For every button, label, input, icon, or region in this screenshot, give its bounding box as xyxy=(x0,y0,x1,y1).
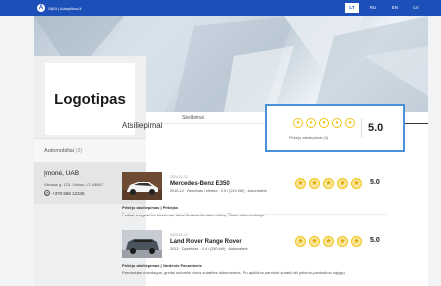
phone-icon: ✆ xyxy=(44,190,50,196)
lang-ru[interactable]: RU xyxy=(366,3,380,13)
lang-en[interactable]: EN xyxy=(388,3,402,13)
star-icon: ★ xyxy=(295,236,306,247)
car-thumbnail[interactable] xyxy=(122,172,162,200)
summary-label[interactable]: Pirkėjų atsiliepimai (4) xyxy=(289,135,328,140)
star-icon: ● xyxy=(332,118,342,128)
review-text: Pardavėjas mandagus, greitai sutvarkė vi… xyxy=(122,270,346,275)
star-icon: ★ xyxy=(351,236,362,247)
car-title[interactable]: Mercedes-Benz E350 xyxy=(170,181,230,187)
review-divider xyxy=(122,214,388,215)
review-stars: ★ ★ ★ ★ ★ xyxy=(295,236,362,247)
car-logo-icon: A xyxy=(37,4,45,12)
summary-score: 5.0 xyxy=(361,118,383,138)
top-bar: A OtjSt | Autopilkus.lt LT RU EN LV xyxy=(0,0,441,16)
lang-lv[interactable]: LV xyxy=(409,3,423,13)
rating-summary: ● ● ● ● ● Pirkėjų atsiliepimai (4) 5.0 xyxy=(265,104,405,152)
brand-text: OtjSt | Autopilkus.lt xyxy=(48,5,82,11)
star-icon: ★ xyxy=(309,236,320,247)
lang-lt[interactable]: LT xyxy=(345,3,359,13)
car-thumbnail[interactable] xyxy=(122,230,162,258)
review-score: 5.0 xyxy=(370,179,380,186)
category-link[interactable]: Automobiliai (3) xyxy=(34,138,146,162)
review-stars: ★ ★ ★ ★ ★ xyxy=(295,178,362,189)
star-icon: ● xyxy=(306,118,316,128)
star-icon: ● xyxy=(319,118,329,128)
review-score: 5.0 xyxy=(370,237,380,244)
category-count: (3) xyxy=(75,148,83,154)
category-label: Automobiliai xyxy=(44,148,74,154)
car-specs: 2013 · Dyzelinas · 4.4 l (250 kW) · Auto… xyxy=(170,247,248,251)
star-icon: ★ xyxy=(295,178,306,189)
car-specs: 2016-12 · Benzinas / elektra · 2.0 l (21… xyxy=(170,189,267,193)
phone-number: +370 666 12345 xyxy=(52,190,85,196)
star-icon: ● xyxy=(345,118,355,128)
review-date: 2024-01-12 xyxy=(170,233,188,237)
star-icon: ★ xyxy=(309,178,320,189)
star-icon: ● xyxy=(293,118,303,128)
star-icon: ★ xyxy=(323,178,334,189)
reviews-title: Atsiliepimai xyxy=(122,121,163,130)
star-icon: ★ xyxy=(323,236,334,247)
star-icon: ★ xyxy=(351,178,362,189)
summary-stars: ● ● ● ● ● xyxy=(293,118,355,128)
review-date: 2024-01-12 xyxy=(170,175,188,179)
brand-link[interactable]: A OtjSt | Autopilkus.lt xyxy=(37,3,82,13)
star-icon: ★ xyxy=(337,236,348,247)
review-author: Pirkėjo atsiliepimas | Vardenis Pavarden… xyxy=(122,263,202,268)
review-author: Pirkėjo atsiliepimas | Pirkėjas xyxy=(122,205,179,210)
car-title[interactable]: Land Rover Range Rover xyxy=(170,239,242,245)
star-icon: ★ xyxy=(337,178,348,189)
